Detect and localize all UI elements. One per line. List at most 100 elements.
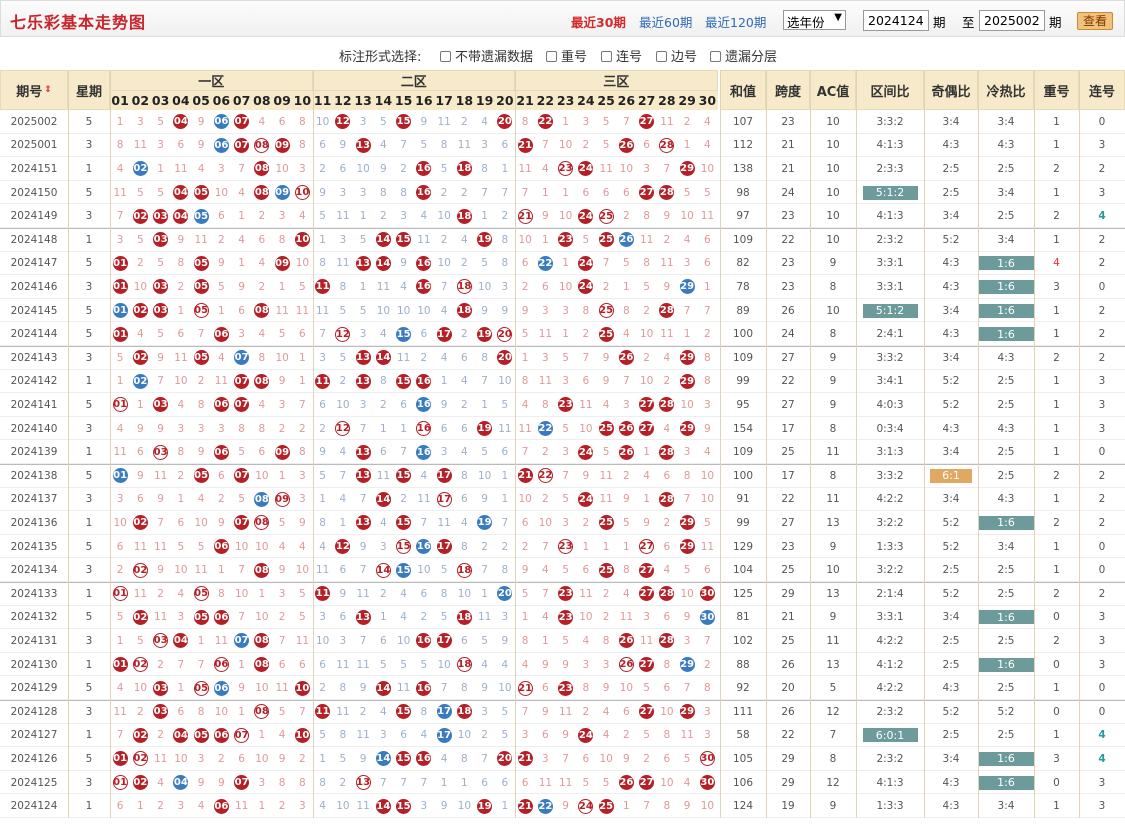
omission-cell: 2 <box>602 611 610 624</box>
number-ball: 10 <box>294 727 310 743</box>
ball-cell: 19 <box>475 794 495 818</box>
omission-cell: 11 <box>153 469 168 482</box>
stat-cell: 100 <box>732 328 754 341</box>
omission-cell: 11 <box>356 587 370 600</box>
omission-cell: 8 <box>319 516 326 529</box>
range-30-link[interactable]: 最近30期 <box>571 12 626 31</box>
omission-cell: 11 <box>133 139 148 152</box>
omission-cell: 2 <box>663 375 671 388</box>
omission-cell: 3 <box>542 351 549 364</box>
year-select[interactable]: 选年份 ▼ <box>783 10 846 30</box>
week-cell: 1 <box>85 729 93 742</box>
ball-cell: 13 <box>353 252 373 276</box>
highlight-tag: 1:6 <box>978 775 1034 790</box>
omission-cell: 7 <box>339 469 347 482</box>
ball-cell: 20 <box>495 582 515 606</box>
omission-cell: 2 <box>461 186 468 199</box>
omission-cell: 4 <box>299 210 306 223</box>
omission-cell: 2 <box>481 540 488 553</box>
omission-cell: 8 <box>177 257 185 270</box>
range-120-link[interactable]: 最近120期 <box>705 12 766 31</box>
number-ball: 07 <box>234 775 250 791</box>
stat-header: 连号 <box>1079 70 1125 110</box>
stat-cell: 22 <box>781 729 795 742</box>
option-repeat[interactable]: 重号 <box>546 46 587 65</box>
omission-cell: 4 <box>197 162 205 175</box>
number-ball: 14 <box>375 751 391 767</box>
number-ball: 16 <box>416 539 432 555</box>
view-button[interactable]: 查看 <box>1077 12 1113 30</box>
ball-cell: 05 <box>191 299 211 323</box>
stat-cell: 10 <box>826 115 840 128</box>
stat-cell: 22 <box>781 233 795 246</box>
option-edge[interactable]: 边号 <box>656 46 697 65</box>
option-omission-layer[interactable]: 遗漏分层 <box>710 46 777 65</box>
omission-cell: 2 <box>157 587 164 600</box>
omission-cell: 7 <box>542 139 549 152</box>
number-ball: 15 <box>396 562 412 578</box>
number-ball: 19 <box>477 421 493 437</box>
omission-cell: 11 <box>315 564 330 577</box>
number-ball: 17 <box>436 704 452 720</box>
number-ball: 26 <box>618 232 634 248</box>
omission-cell: 7 <box>359 493 367 506</box>
sort-icon[interactable]: ⇕ <box>44 85 52 95</box>
omission-cell: 4 <box>440 304 448 317</box>
ball-cell: 16 <box>414 535 434 559</box>
number-ball: 02 <box>132 373 148 389</box>
omission-cell: 8 <box>380 186 387 199</box>
ball-cell: 12 <box>333 322 353 346</box>
ball-cell: 28 <box>657 134 677 158</box>
number-ball: 26 <box>618 350 634 366</box>
week-cell: 5 <box>85 682 93 695</box>
number-ball: 05 <box>193 586 209 602</box>
stat-cell: 2:5 <box>942 564 960 577</box>
number-ball: 26 <box>618 633 634 649</box>
checkbox-icon[interactable] <box>546 51 557 62</box>
omission-cell: 2 <box>481 729 488 742</box>
stat-cell: 27 <box>781 516 795 529</box>
omission-cell: 4 <box>420 469 428 482</box>
option-consecutive[interactable]: 连号 <box>601 46 642 65</box>
ball-cell: 22 <box>535 417 555 441</box>
col-period-header[interactable]: 期号 ⇕ <box>0 70 68 110</box>
range-60-link[interactable]: 最近60期 <box>639 12 692 31</box>
stat-cell: 92 <box>736 682 750 695</box>
ball-cell: 04 <box>171 181 191 205</box>
number-ball: 27 <box>639 539 655 555</box>
period-cell: 2024151 <box>10 162 58 175</box>
ball-cell: 02 <box>130 370 150 394</box>
omission-cell: 5 <box>339 752 347 765</box>
from-period-input[interactable]: 2024124 <box>863 10 929 31</box>
omission-cell: 1 <box>299 351 306 364</box>
stat-cell: 0 <box>1098 682 1106 695</box>
stat-cell: 8 <box>829 422 837 435</box>
checkbox-icon[interactable] <box>440 51 451 62</box>
ball-cell: 18 <box>454 558 474 582</box>
to-period-input[interactable]: 2025002 <box>979 10 1045 31</box>
ball-cell: 27 <box>637 558 657 582</box>
stat-cell: 5:2 <box>942 516 960 529</box>
omission-cell: 9 <box>319 186 326 199</box>
stat-cell: 4:3 <box>997 493 1015 506</box>
omission-cell: 1 <box>359 280 367 293</box>
checkbox-icon[interactable] <box>710 51 721 62</box>
option-no-omission[interactable]: 不带遗漏数据 <box>440 46 533 65</box>
omission-cell: 8 <box>461 682 468 695</box>
checkbox-icon[interactable] <box>601 51 612 62</box>
checkbox-icon[interactable] <box>656 51 667 62</box>
omission-cell: 6 <box>663 752 671 765</box>
omission-cell: 5 <box>683 564 691 577</box>
omission-cell: 4 <box>704 115 711 128</box>
ball-cell: 29 <box>677 511 697 535</box>
omission-cell: 1 <box>643 446 650 459</box>
period-cell: 2024132 <box>10 611 58 624</box>
number-ball: 05 <box>193 303 209 319</box>
ball-cell: 10 <box>292 181 312 205</box>
number-ball: 05 <box>193 185 209 201</box>
omission-cell: 1 <box>258 800 266 813</box>
stat-cell: 4:0:3 <box>876 398 904 411</box>
week-cell: 5 <box>85 611 93 624</box>
omission-cell: 6 <box>481 776 488 789</box>
ball-cell: 14 <box>373 794 393 818</box>
